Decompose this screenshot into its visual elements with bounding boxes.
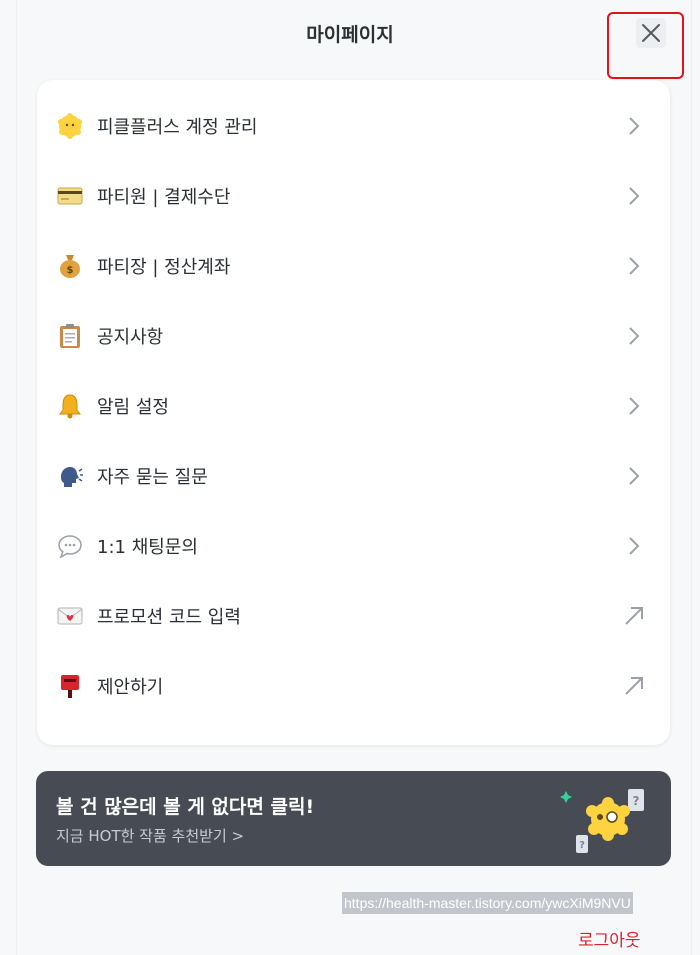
speech-bubble-icon: [57, 533, 83, 559]
menu-item-label: 프로모션 코드 입력: [97, 607, 241, 628]
chevron-right-icon: [622, 324, 646, 348]
postbox-icon: [57, 673, 83, 699]
menu-item-label: 제안하기: [97, 677, 164, 698]
mascot-icon: ? ?: [560, 789, 644, 853]
banner-title: 볼 건 많은데 볼 게 없다면 클릭!: [56, 796, 315, 818]
menu-item-label: 알림 설정: [97, 397, 169, 418]
menu-item-label: 자주 묻는 질문: [97, 467, 208, 488]
love-letter-icon: [57, 603, 83, 629]
speaking-head-icon: [57, 463, 83, 489]
menu-item-chat-support[interactable]: 1:1 채팅문의: [37, 511, 670, 581]
svg-text:$: $: [67, 265, 74, 276]
menu-card: 피클플러스 계정 관리 파티원 | 결제수단 $ 파티장 | 정산계좌 공지사항…: [37, 80, 670, 745]
credit-card-icon: [57, 183, 83, 209]
svg-text:?: ?: [579, 840, 585, 851]
menu-item-settlement[interactable]: $ 파티장 | 정산계좌: [37, 231, 670, 301]
page-title: 마이페이지: [306, 24, 394, 46]
highlight-annotation: [607, 12, 684, 79]
banner-subtitle: 지금 HOT한 작품 추천받기 >: [56, 827, 245, 845]
menu-item-suggestion[interactable]: 제안하기: [37, 651, 670, 721]
menu-item-payment[interactable]: 파티원 | 결제수단: [37, 161, 670, 231]
chevron-right-icon: [622, 114, 646, 138]
chevron-right-icon: [622, 394, 646, 418]
clipboard-icon: [57, 323, 83, 349]
chevron-right-icon: [622, 254, 646, 278]
url-overlay-text: https://health-master.tistory.com/ywcXiM…: [342, 892, 633, 914]
chevron-right-icon: [622, 534, 646, 558]
external-arrow-icon: [622, 604, 646, 628]
bell-icon: [57, 393, 83, 419]
recommendation-banner[interactable]: 볼 건 많은데 볼 게 없다면 클릭! 지금 HOT한 작품 추천받기 > ? …: [36, 771, 671, 866]
menu-item-label: 파티원 | 결제수단: [97, 187, 231, 208]
external-arrow-icon: [622, 674, 646, 698]
menu-item-account[interactable]: 피클플러스 계정 관리: [37, 91, 670, 161]
svg-text:?: ?: [633, 794, 640, 808]
header: 마이페이지: [0, 0, 700, 79]
menu-item-label: 1:1 채팅문의: [97, 537, 198, 558]
menu-item-label: 피클플러스 계정 관리: [97, 117, 258, 138]
chevron-right-icon: [622, 464, 646, 488]
menu-item-label: 파티장 | 정산계좌: [97, 257, 231, 278]
menu-item-promo-code[interactable]: 프로모션 코드 입력: [37, 581, 670, 651]
menu-item-faq[interactable]: 자주 묻는 질문: [37, 441, 670, 511]
menu-item-notification-settings[interactable]: 알림 설정: [37, 371, 670, 441]
money-bag-icon: $: [57, 253, 83, 279]
chevron-right-icon: [622, 184, 646, 208]
logout-link[interactable]: 로그아웃: [578, 926, 641, 951]
menu-item-label: 공지사항: [97, 327, 164, 348]
face-icon: [57, 113, 83, 139]
menu-item-notice[interactable]: 공지사항: [37, 301, 670, 371]
